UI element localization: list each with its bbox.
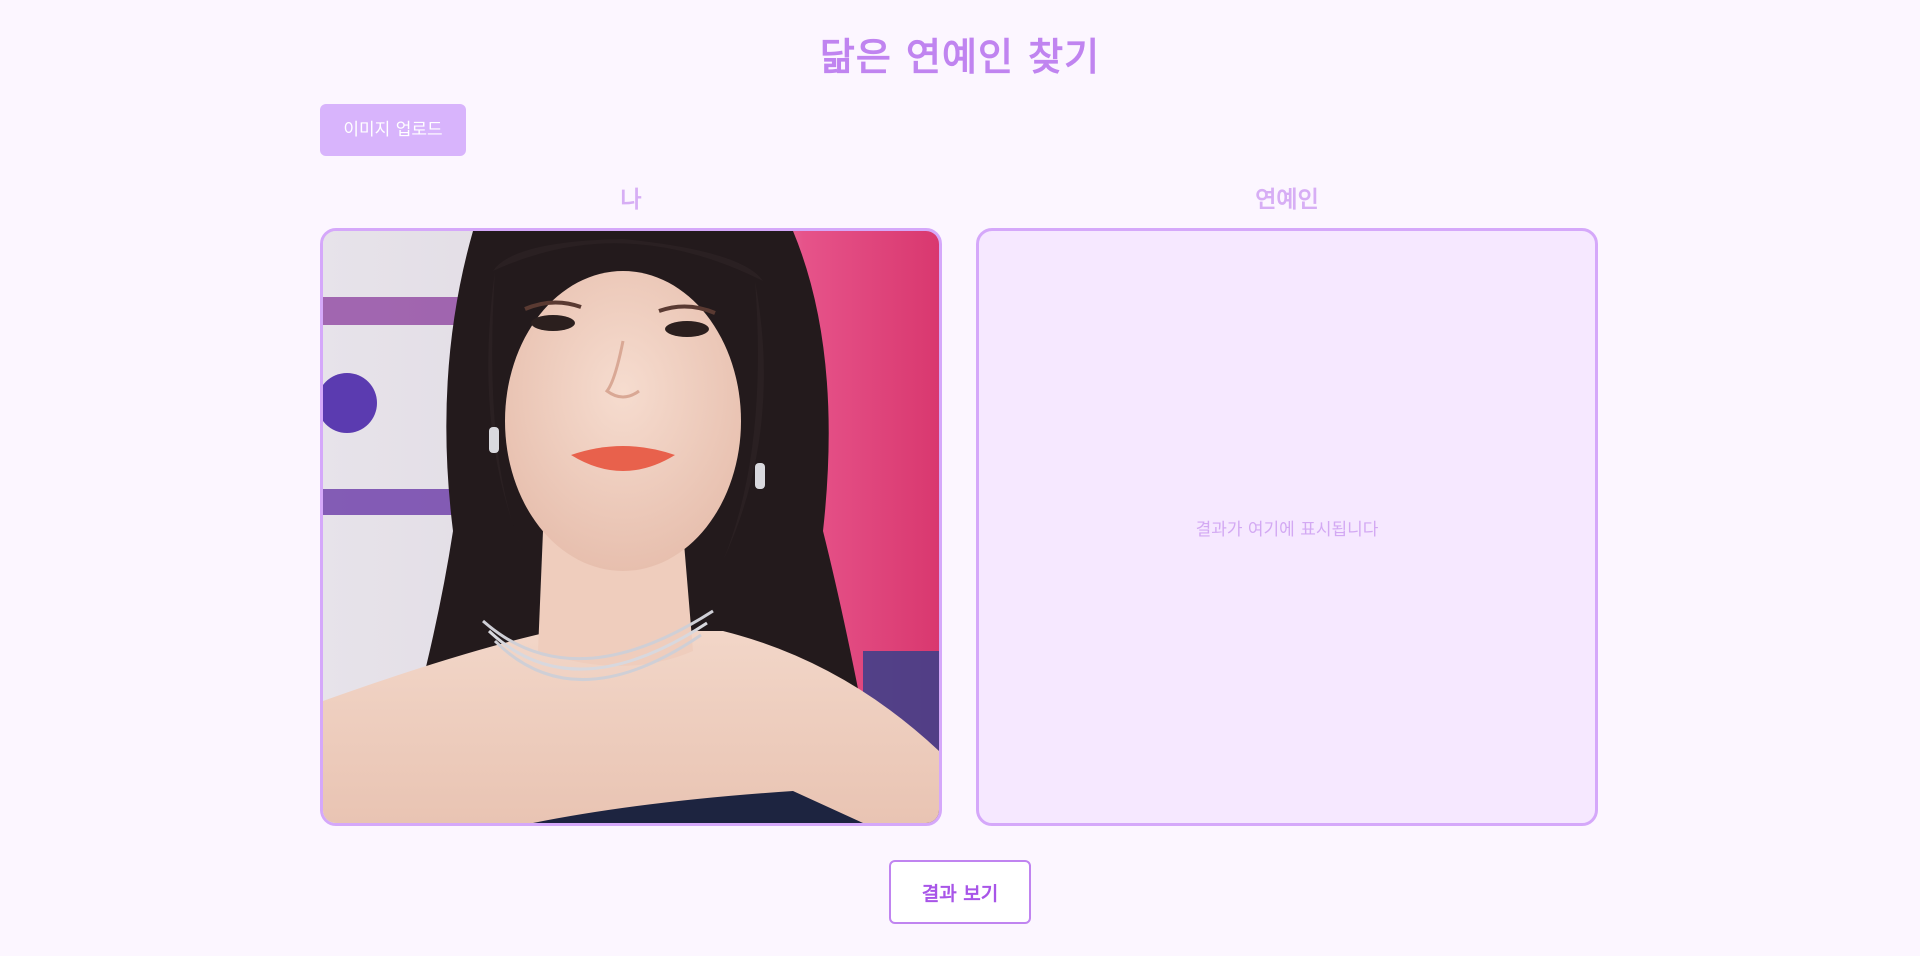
app-page: 닮은 연예인 찾기 이미지 업로드 나 연예인 결과가 여기에 표시됩니다 결과… [0,0,1920,956]
upload-image-button[interactable]: 이미지 업로드 [320,104,466,156]
show-result-button[interactable]: 결과 보기 [889,860,1031,924]
result-placeholder-text: 결과가 여기에 표시됩니다 [1195,519,1379,540]
uploaded-photo-panel [320,228,942,826]
me-column-label: 나 [620,187,642,213]
uploaded-photo [323,231,939,823]
celebrity-column-label: 연예인 [1255,187,1319,213]
celebrity-result-panel: 결과가 여기에 표시됩니다 [976,228,1598,826]
page-title: 닮은 연예인 찾기 [819,35,1101,79]
